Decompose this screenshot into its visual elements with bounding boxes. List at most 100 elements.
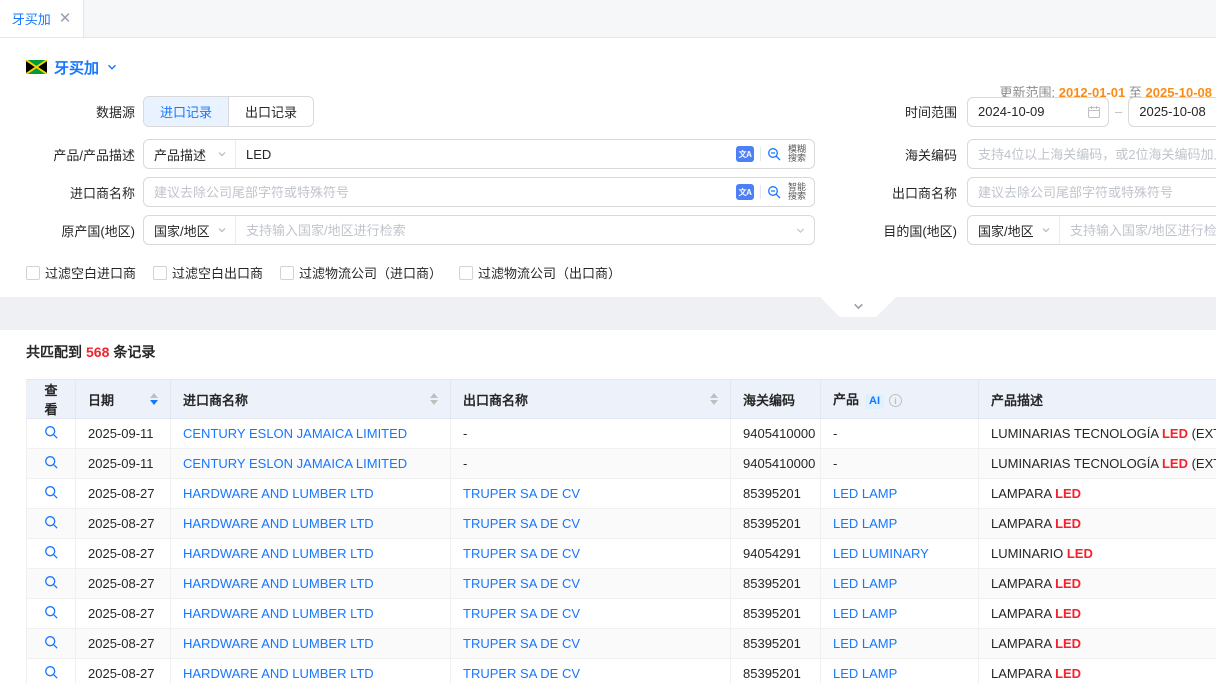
view-detail-icon[interactable] xyxy=(44,515,59,530)
chevron-down-icon[interactable] xyxy=(106,61,118,73)
tab-jamaica[interactable]: 牙买加 ✕ xyxy=(0,0,84,37)
product-field-select[interactable]: 产品描述 xyxy=(144,140,236,168)
sort-importer[interactable] xyxy=(430,393,438,405)
exporter-link[interactable]: TRUPER SA DE CV xyxy=(463,606,580,621)
smart-search-label[interactable]: 智能 搜索 xyxy=(788,183,806,202)
importer-link[interactable]: HARDWARE AND LUMBER LTD xyxy=(183,666,374,681)
checkbox-icon[interactable] xyxy=(280,266,294,280)
importer-link[interactable]: HARDWARE AND LUMBER LTD xyxy=(183,576,374,591)
description-text: LAMPARA xyxy=(991,516,1055,531)
country-header: 牙买加 xyxy=(0,38,1216,82)
row-product: 产品/产品描述 产品描述 文A xyxy=(0,139,1216,169)
import-records-option[interactable]: 进口记录 xyxy=(144,97,228,126)
checkbox-filter-blank-importer[interactable]: 过滤空白进口商 xyxy=(26,263,136,282)
exporter-link[interactable]: TRUPER SA DE CV xyxy=(463,666,580,681)
description-highlight: LED xyxy=(1162,456,1188,471)
importer-link[interactable]: HARDWARE AND LUMBER LTD xyxy=(183,636,374,651)
header-exporter[interactable]: 出口商名称 xyxy=(451,380,731,419)
checkbox-icon[interactable] xyxy=(26,266,40,280)
date-end-field[interactable] xyxy=(1128,97,1216,127)
destination-country-select[interactable]: 国家/地区 xyxy=(968,216,1060,244)
chevron-down-icon xyxy=(795,225,806,236)
product-link[interactable]: LED LAMP xyxy=(833,666,897,681)
row-hs-code: 85395201 xyxy=(743,486,801,501)
view-detail-icon[interactable] xyxy=(44,575,59,590)
row-date: 2025-09-11 xyxy=(88,456,154,471)
exporter-link[interactable]: TRUPER SA DE CV xyxy=(463,516,580,531)
header-view: 查看 xyxy=(27,380,76,419)
description-text: (EXT... xyxy=(1188,456,1216,471)
view-detail-icon[interactable] xyxy=(44,425,59,440)
importer-link[interactable]: HARDWARE AND LUMBER LTD xyxy=(183,546,374,561)
view-detail-icon[interactable] xyxy=(44,455,59,470)
hs-code-field[interactable] xyxy=(967,139,1216,169)
view-detail-icon[interactable] xyxy=(44,605,59,620)
checkbox-icon[interactable] xyxy=(459,266,473,280)
date-start-field[interactable] xyxy=(967,97,1109,127)
view-detail-icon[interactable] xyxy=(44,485,59,500)
checkbox-filter-logistics-exporter[interactable]: 过滤物流公司（出口商） xyxy=(459,263,621,282)
exporter-link[interactable]: TRUPER SA DE CV xyxy=(463,636,580,651)
row-hs-code: 85395201 xyxy=(743,666,801,681)
header-importer[interactable]: 进口商名称 xyxy=(171,380,451,419)
description-highlight: LED xyxy=(1067,546,1093,561)
row-description: LUMINARIAS TECNOLOGÍA LED (EXT... xyxy=(979,449,1216,479)
exporter-link[interactable]: TRUPER SA DE CV xyxy=(463,576,580,591)
chevron-down-icon xyxy=(217,225,227,235)
translate-icon[interactable]: 文A xyxy=(736,184,754,200)
collapse-panel-button[interactable] xyxy=(820,297,896,317)
header-product: 产品AIi xyxy=(821,380,979,419)
close-icon[interactable]: ✕ xyxy=(59,11,72,26)
date-end-input[interactable] xyxy=(1129,98,1216,126)
checkbox-filter-blank-exporter[interactable]: 过滤空白出口商 xyxy=(153,263,263,282)
description-text: (EXT... xyxy=(1188,426,1216,441)
exporter-link[interactable]: TRUPER SA DE CV xyxy=(463,486,580,501)
export-records-option[interactable]: 出口记录 xyxy=(228,97,313,126)
tab-bar: 牙买加 ✕ xyxy=(0,0,1216,38)
description-highlight: LED xyxy=(1055,486,1081,501)
info-icon[interactable]: i xyxy=(889,394,902,407)
product-link[interactable]: LED LAMP xyxy=(833,636,897,651)
destination-input[interactable] xyxy=(1060,216,1216,244)
smart-search-icon[interactable] xyxy=(767,185,782,200)
description-text: LAMPARA xyxy=(991,636,1055,651)
header-date-label: 日期 xyxy=(88,390,114,409)
description-highlight: LED xyxy=(1055,636,1081,651)
exporter-input[interactable] xyxy=(968,178,1216,206)
importer-link[interactable]: HARDWARE AND LUMBER LTD xyxy=(183,516,374,531)
row-hs-code: 9405410000 xyxy=(743,426,815,441)
row-description: LAMPARA LED xyxy=(979,569,1216,599)
view-detail-icon[interactable] xyxy=(44,545,59,560)
sort-date[interactable] xyxy=(150,393,158,405)
translate-icon[interactable]: 文A xyxy=(736,146,754,162)
importer-link[interactable]: CENTURY ESLON JAMAICA LIMITED xyxy=(183,456,407,471)
importer-link[interactable]: CENTURY ESLON JAMAICA LIMITED xyxy=(183,426,407,441)
origin-country-select[interactable]: 国家/地区 xyxy=(144,216,236,244)
product-input[interactable] xyxy=(236,140,736,168)
importer-link[interactable]: HARDWARE AND LUMBER LTD xyxy=(183,486,374,501)
origin-select-value: 国家/地区 xyxy=(154,221,210,240)
exporter-field[interactable] xyxy=(967,177,1216,207)
importer-link[interactable]: HARDWARE AND LUMBER LTD xyxy=(183,606,374,621)
product-link[interactable]: LED LAMP xyxy=(833,606,897,621)
importer-input[interactable] xyxy=(144,178,736,206)
product-link[interactable]: LED LAMP xyxy=(833,516,897,531)
origin-input[interactable] xyxy=(236,216,795,244)
view-detail-icon[interactable] xyxy=(44,665,59,680)
header-date[interactable]: 日期 xyxy=(76,380,171,419)
table-row: 2025-08-27 HARDWARE AND LUMBER LTD TRUPE… xyxy=(27,479,1216,509)
summary-prefix: 共匹配到 xyxy=(26,344,82,360)
view-detail-icon[interactable] xyxy=(44,635,59,650)
sort-exporter[interactable] xyxy=(710,393,718,405)
fuzzy-search-label[interactable]: 模糊 搜索 xyxy=(788,145,806,164)
row-description: LAMPARA LED xyxy=(979,479,1216,509)
product-link[interactable]: LED LUMINARY xyxy=(833,546,929,561)
product-link[interactable]: LED LAMP xyxy=(833,576,897,591)
fuzzy-search-icon[interactable] xyxy=(767,147,782,162)
hs-code-input[interactable] xyxy=(968,140,1216,168)
checkbox-icon[interactable] xyxy=(153,266,167,280)
row-description: LUMINARIAS TECNOLOGÍA LED (EXT... xyxy=(979,419,1216,449)
product-link[interactable]: LED LAMP xyxy=(833,486,897,501)
exporter-link[interactable]: TRUPER SA DE CV xyxy=(463,546,580,561)
checkbox-filter-logistics-importer[interactable]: 过滤物流公司（进口商） xyxy=(280,263,442,282)
